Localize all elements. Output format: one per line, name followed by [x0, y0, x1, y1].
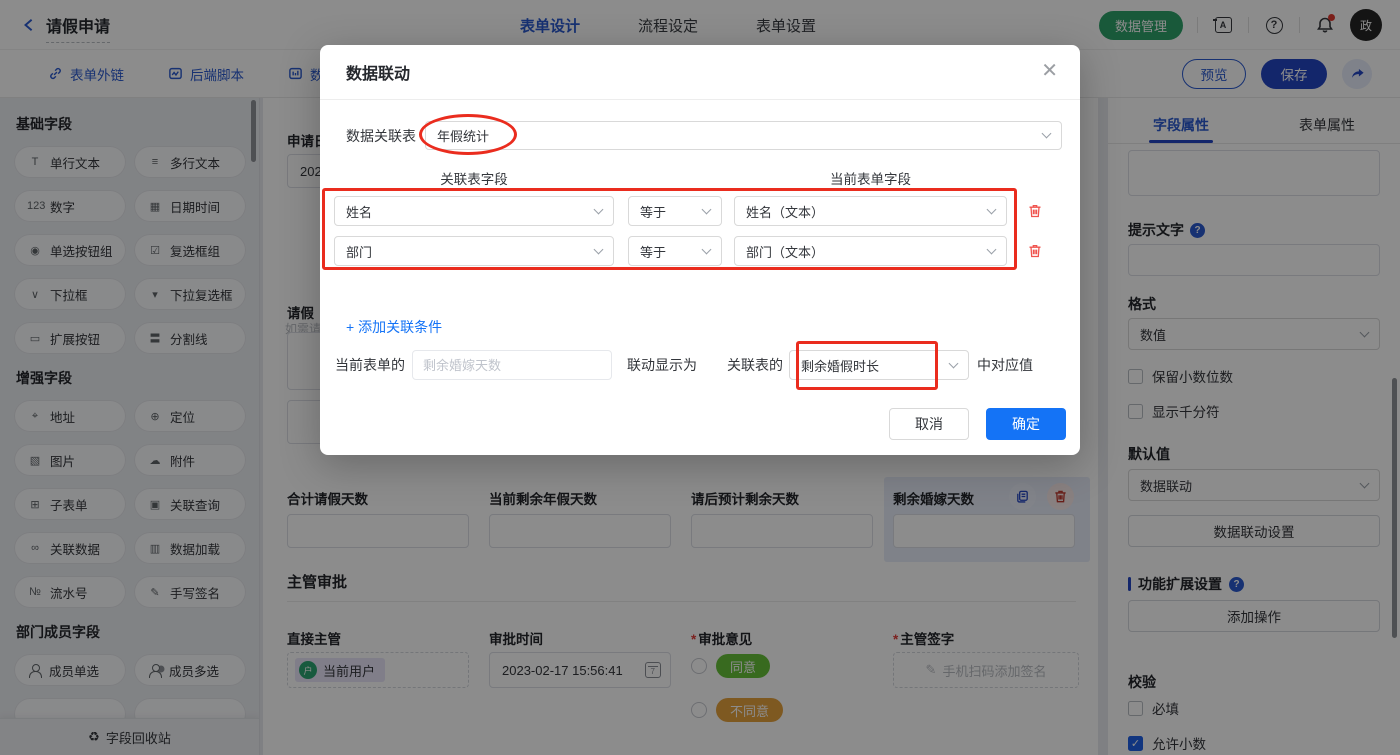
confirm-button[interactable]: 确定 [986, 408, 1066, 440]
source-table-select[interactable]: 年假统计 [425, 121, 1062, 150]
condition-right-select[interactable]: 姓名（文本） [734, 196, 1007, 226]
chevron-down-icon [701, 244, 712, 254]
condition-left-select[interactable]: 部门 [334, 236, 614, 266]
modal-title: 数据联动 [346, 66, 411, 83]
mapping-suffix-label: 中对应值 [977, 357, 1033, 373]
source-table-label: 数据关联表 [346, 127, 416, 144]
mapping-row: 当前表单的 联动显示为 关联表的 剩余婚假时长 中对应值 [335, 350, 1033, 380]
cancel-button[interactable]: 取消 [889, 408, 969, 440]
chevron-down-icon [593, 244, 604, 254]
condition-operator-select[interactable]: 等于 [628, 236, 722, 266]
condition-column-headers: 关联表字段 当前表单字段 [334, 168, 1007, 188]
condition-row: 姓名 等于 姓名（文本） [334, 196, 1043, 226]
delete-condition-icon[interactable] [1027, 243, 1043, 259]
condition-left-select[interactable]: 姓名 [334, 196, 614, 226]
delete-condition-icon[interactable] [1027, 203, 1043, 219]
condition-row: 部门 等于 部门（文本） [334, 236, 1043, 266]
condition-operator-select-value: 等于 [640, 204, 667, 220]
chevron-down-icon [701, 204, 712, 214]
chevron-down-icon [986, 204, 997, 214]
linked-table-field-header: 关联表字段 [440, 172, 508, 187]
chevron-down-icon [593, 204, 604, 214]
condition-left-select-value: 姓名 [346, 204, 373, 220]
chevron-down-icon [1041, 128, 1052, 139]
condition-left-select-value: 部门 [346, 244, 373, 260]
chevron-down-icon [986, 244, 997, 254]
condition-right-select[interactable]: 部门（文本） [734, 236, 1007, 266]
mapping-tableof-label: 关联表的 [727, 357, 783, 373]
condition-operator-select[interactable]: 等于 [628, 196, 722, 226]
close-icon[interactable]: ✕ [1041, 61, 1058, 81]
target-field-select[interactable]: 剩余婚假时长 [789, 350, 969, 380]
app-window: 请假申请 表单设计流程设定表单设置 数据管理 A ? 政 表单外链后端脚本数据权… [0, 0, 1400, 755]
add-condition-link[interactable]: + 添加关联条件 [346, 317, 442, 337]
mapping-prefix-label: 当前表单的 [335, 357, 405, 373]
chevron-down-icon [948, 358, 959, 368]
modal-header: 数据联动 ✕ [320, 45, 1080, 100]
mapping-middle-label: 联动显示为 [627, 357, 697, 373]
current-field-input[interactable] [412, 350, 612, 380]
condition-right-select-value: 姓名（文本） [746, 204, 825, 220]
condition-rows: 姓名 等于 姓名（文本） 部门 等于 部门（文本） [334, 196, 1043, 266]
condition-operator-select-value: 等于 [640, 244, 667, 260]
current-form-field-header: 当前表单字段 [830, 172, 911, 187]
condition-right-select-value: 部门（文本） [746, 244, 825, 260]
data-linkage-modal: 数据联动 ✕ 数据关联表 年假统计 关联表字段 当前表单字段 姓名 等于 姓名（文本… [320, 45, 1080, 455]
